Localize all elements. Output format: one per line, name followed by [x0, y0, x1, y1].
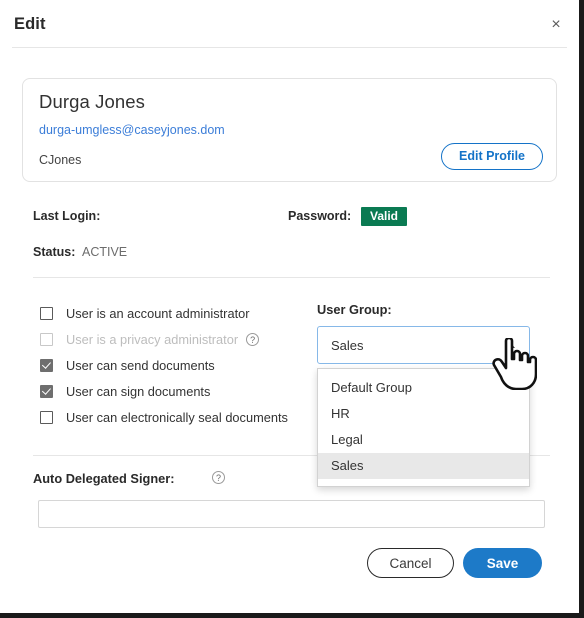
checkbox-sign-documents[interactable] — [40, 384, 53, 398]
permission-row-send-documents[interactable]: User can send documents — [40, 352, 310, 378]
close-icon[interactable]: × — [545, 14, 567, 36]
permission-label: User can electronically seal documents — [66, 409, 288, 425]
permission-label: User is a privacy administrator — [66, 331, 239, 347]
help-icon[interactable]: ? — [212, 471, 225, 484]
permission-row-account-admin[interactable]: User is an account administrator — [40, 300, 310, 326]
permission-label: User can send documents — [66, 357, 215, 373]
dropdown-option-legal[interactable]: Legal — [318, 427, 529, 453]
checkbox-seal-documents[interactable] — [40, 410, 53, 424]
permissions-list: User is an account administrator User is… — [40, 300, 310, 430]
permission-row-privacy-admin: User is a privacy administrator ? — [40, 326, 310, 352]
help-icon[interactable]: ? — [246, 332, 260, 346]
checkbox-account-admin[interactable] — [40, 306, 53, 320]
permission-row-seal-documents[interactable]: User can electronically seal documents — [40, 404, 310, 430]
dialog-header: Edit × — [0, 0, 579, 48]
status-badge: Valid — [361, 207, 408, 226]
user-group-label: User Group: — [317, 302, 392, 317]
user-group-select[interactable]: Sales — [317, 326, 530, 364]
dropdown-option-default-group[interactable]: Default Group — [318, 375, 529, 401]
section-divider-top — [33, 277, 550, 278]
page-title: Edit — [14, 15, 46, 33]
caret-up-icon[interactable] — [505, 342, 515, 348]
auto-delegated-signer-label: Auto Delegated Signer: — [33, 471, 175, 486]
auto-delegated-signer-input[interactable] — [38, 500, 545, 528]
user-group-selected-value: Sales — [331, 338, 364, 353]
cancel-button[interactable]: Cancel — [367, 548, 454, 578]
save-button[interactable]: Save — [463, 548, 542, 578]
user-group-dropdown-menu: Default Group HR Legal Sales — [317, 368, 530, 487]
dropdown-option-hr[interactable]: HR — [318, 401, 529, 427]
profile-username: CJones — [39, 153, 82, 167]
status-value: ACTIVE — [82, 245, 128, 259]
checkbox-privacy-admin — [40, 332, 53, 346]
header-divider — [12, 47, 567, 48]
profile-email-link[interactable]: durga-umgless@caseyjones.dom — [39, 123, 225, 137]
profile-card: Durga Jones durga-umgless@caseyjones.dom… — [22, 78, 557, 182]
status-label: Status: — [33, 245, 76, 259]
permission-row-sign-documents[interactable]: User can sign documents — [40, 378, 310, 404]
edit-user-dialog: Edit × Durga Jones durga-umgless@caseyjo… — [0, 0, 584, 618]
password-label: Password: — [288, 209, 352, 223]
permission-label: User is an account administrator — [66, 305, 250, 321]
dropdown-option-sales[interactable]: Sales — [318, 453, 529, 479]
permission-label: User can sign documents — [66, 383, 211, 399]
edit-profile-button[interactable]: Edit Profile — [441, 143, 543, 170]
profile-name: Durga Jones — [39, 91, 145, 112]
last-login-label: Last Login: — [33, 209, 101, 223]
checkbox-send-documents[interactable] — [40, 358, 53, 372]
